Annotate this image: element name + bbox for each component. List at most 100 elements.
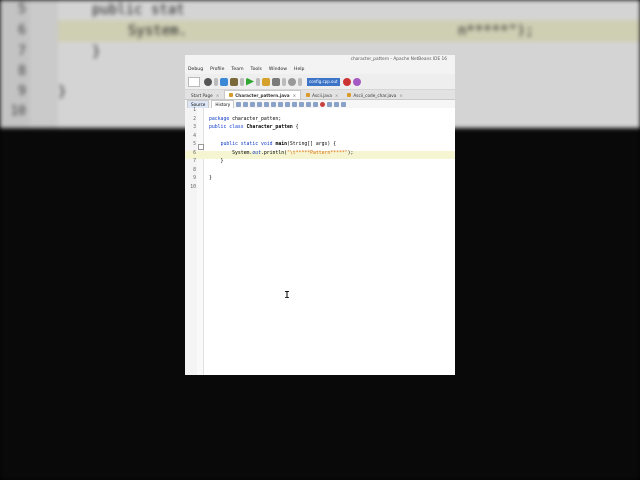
code-text: }: [209, 159, 224, 164]
menu-tools[interactable]: Tools: [251, 67, 262, 72]
code-line-current: 6 System.out.println("\t*****Pattern****…: [185, 150, 455, 159]
code-line: 8: [185, 168, 455, 177]
code-text-package: package character_patten;: [209, 116, 282, 122]
stop-macro-icon[interactable]: [327, 102, 333, 107]
highlighted-config[interactable]: config.cpp.out: [307, 77, 340, 86]
code-line: 4: [185, 134, 455, 143]
chevron-down-icon[interactable]: [214, 77, 218, 86]
back-icon[interactable]: [243, 102, 249, 107]
tab-ascii-code-char[interactable]: Ascii_code_char.java ×: [343, 91, 406, 99]
close-icon[interactable]: ×: [293, 93, 297, 98]
hammer-icon[interactable]: [220, 77, 228, 86]
chevron-down-icon[interactable]: [282, 77, 286, 86]
toggle-bookmark-icon[interactable]: [299, 102, 305, 107]
tab-character-pattern[interactable]: Character_pattern.java ×: [224, 90, 302, 99]
find-icon[interactable]: [257, 102, 263, 107]
tab-label: Ascii.java: [312, 92, 332, 98]
bg-line-number: 5: [18, 2, 26, 17]
code-text: }: [209, 176, 212, 181]
chevron-down-icon[interactable]: [298, 77, 302, 86]
code-text-class: public class Character_patten {: [209, 125, 299, 130]
tab-label: Character_pattern.java: [235, 92, 290, 98]
menu-team[interactable]: Team: [231, 67, 243, 72]
line-number: 5: [193, 142, 196, 147]
code-line: 10: [185, 185, 455, 194]
last-edit-icon[interactable]: [236, 102, 242, 107]
bg-code-line: public stat: [92, 2, 185, 18]
bg-line-number: 6: [18, 23, 26, 38]
forward-icon[interactable]: [250, 102, 256, 107]
bg-code-line: }: [92, 44, 101, 60]
line-number: 3: [193, 125, 196, 130]
title-bar: character_pattern - Apache NetBeans IDE …: [185, 55, 455, 64]
chevron-down-icon[interactable]: [256, 77, 260, 86]
history-icon[interactable]: [288, 77, 296, 86]
shift-left-icon[interactable]: [306, 102, 312, 107]
line-number: 9: [193, 176, 196, 181]
line-number: 7: [193, 159, 196, 164]
toggle-highlight-icon[interactable]: [278, 102, 284, 107]
find-next-icon[interactable]: [271, 102, 277, 107]
java-file-icon: [306, 93, 311, 97]
tab-label: Ascii_code_char.java: [353, 92, 397, 98]
window-title: character_pattern - Apache NetBeans IDE …: [350, 57, 447, 62]
find-prev-icon[interactable]: [264, 102, 270, 107]
code-line: 7 }: [185, 159, 455, 168]
bg-line-number: 8: [18, 64, 26, 79]
config-select[interactable]: [188, 76, 200, 87]
menu-profile[interactable]: Profile: [210, 67, 224, 72]
tab-ascii[interactable]: Ascii.java ×: [302, 91, 342, 99]
code-line: 3 public class Character_patten {: [185, 125, 455, 134]
debug-icon[interactable]: [262, 77, 270, 86]
prev-bookmark-icon[interactable]: [285, 102, 291, 107]
java-file-icon: [229, 93, 234, 97]
text-cursor-icon: I: [284, 290, 291, 301]
line-number: 8: [193, 167, 196, 173]
code-editor[interactable]: 1 2 package character_patten; 3 public cla…: [185, 108, 455, 375]
gc-icon[interactable]: [342, 77, 351, 86]
menu-help[interactable]: Help: [294, 67, 304, 72]
close-icon[interactable]: ×: [399, 93, 403, 98]
code-text-main: public static void main(String[] args) {: [220, 142, 337, 147]
bg-code-tail: n*****");: [458, 23, 534, 39]
java-file-icon: [347, 93, 352, 97]
bg-code-line: }: [58, 84, 67, 100]
bg-code-line: System.: [128, 23, 188, 39]
menu-bar: Debug Profile Team Tools Window Help: [185, 64, 455, 74]
close-icon[interactable]: ×: [216, 93, 220, 98]
profile-icon[interactable]: [272, 77, 280, 86]
comment-icon[interactable]: [334, 102, 340, 107]
ide-window: character_pattern - Apache NetBeans IDE …: [185, 55, 455, 375]
code-line: 5 public static void main(String[] args)…: [185, 142, 455, 151]
bg-line-number: 7: [18, 44, 26, 59]
fold-toggle-icon[interactable]: [198, 144, 204, 150]
profiler-icon[interactable]: [352, 77, 361, 86]
code-text-println: System.out.println("\t*****Pattern*****"…: [209, 150, 354, 156]
line-number: 1: [193, 108, 196, 113]
code-line: 2 package character_patten;: [185, 117, 455, 126]
line-number: 6: [193, 150, 196, 156]
uncomment-icon[interactable]: [341, 102, 347, 107]
next-bookmark-icon[interactable]: [292, 102, 298, 107]
chevron-down-icon[interactable]: [240, 77, 244, 86]
editor-tabs: Start Page × Character_pattern.java × Asci…: [185, 90, 455, 100]
code-line: 9}: [185, 176, 455, 185]
toolbar: config.cpp.out: [185, 74, 455, 90]
bg-line-number: 10: [10, 104, 26, 119]
bg-line-number: 9: [18, 84, 26, 99]
close-icon[interactable]: ×: [335, 93, 339, 98]
bg-fold-column: [30, 0, 58, 128]
record-macro-icon[interactable]: [320, 102, 326, 107]
menu-window[interactable]: Window: [269, 67, 287, 72]
shift-right-icon[interactable]: [313, 102, 319, 107]
menu-debug[interactable]: Debug: [188, 67, 203, 72]
globe-icon[interactable]: [204, 77, 212, 86]
line-number: 4: [193, 133, 196, 139]
line-number: 10: [190, 184, 196, 190]
code-line: 1: [185, 108, 455, 117]
tab-label: Start Page: [191, 92, 213, 98]
line-number: 2: [193, 116, 196, 122]
clean-build-icon[interactable]: [230, 77, 238, 86]
tab-start-page[interactable]: Start Page ×: [187, 91, 223, 99]
run-icon[interactable]: [246, 77, 254, 86]
